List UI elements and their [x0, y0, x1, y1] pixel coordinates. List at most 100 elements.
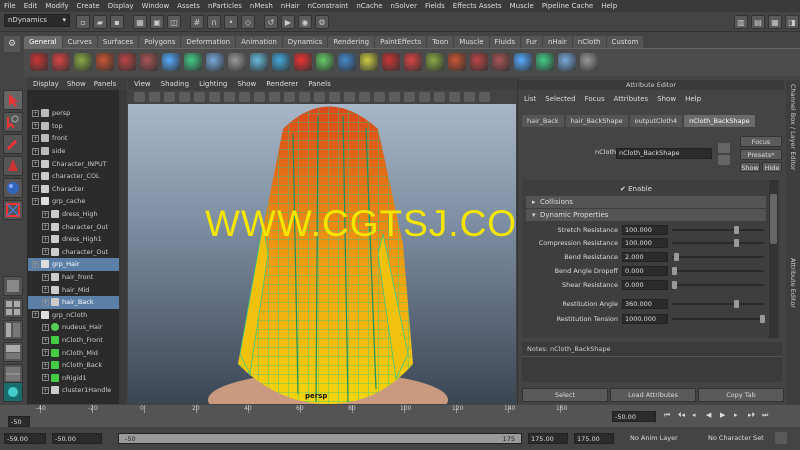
viewport-tool-icon[interactable]: [329, 92, 340, 102]
menu-ncache[interactable]: nCache: [356, 2, 382, 10]
shelf-tab-general[interactable]: General: [24, 36, 62, 48]
go-to-end-icon[interactable]: ⏭: [762, 411, 768, 420]
menu-nmesh[interactable]: nMesh: [250, 2, 273, 10]
attribute-slider[interactable]: [672, 281, 764, 289]
shelf-tab-muscle[interactable]: Muscle: [454, 36, 489, 48]
shelf-tab-curves[interactable]: Curves: [62, 36, 97, 48]
cache-icon[interactable]: [228, 53, 246, 71]
slider-knob[interactable]: [672, 281, 677, 289]
attribute-value-field[interactable]: 0.000: [622, 280, 668, 290]
ncloth-rigid-icon[interactable]: [536, 53, 554, 71]
shelf-tab-polygons[interactable]: Polygons: [139, 36, 181, 48]
expand-icon[interactable]: +: [42, 223, 49, 231]
viewport-menu-panels[interactable]: Panels: [308, 80, 331, 88]
menu-fields[interactable]: Fields: [425, 2, 445, 10]
viewport-tool-icon[interactable]: [389, 92, 400, 102]
ae-menu-list[interactable]: List: [524, 95, 536, 103]
constraint-icon[interactable]: [206, 53, 224, 71]
shelf-tab-fur[interactable]: Fur: [520, 36, 542, 48]
select-object-icon[interactable]: ▣: [150, 15, 164, 29]
expand-icon[interactable]: +: [32, 147, 39, 155]
particle-icon[interactable]: [338, 53, 356, 71]
expand-icon[interactable]: +: [32, 197, 39, 205]
expand-icon[interactable]: +: [42, 235, 49, 243]
outliner-item[interactable]: + character_Out: [28, 220, 120, 233]
layout-outliner-icon[interactable]: [3, 320, 23, 340]
outliner-menu-display[interactable]: Display: [33, 80, 59, 88]
ncloth-rigid-icon[interactable]: [184, 53, 202, 71]
attribute-scrollbar[interactable]: [769, 180, 778, 338]
outliner-item[interactable]: + character_Out: [28, 246, 120, 259]
outliner-item[interactable]: + grp_cache: [28, 195, 120, 208]
shelf-tab-deformation[interactable]: Deformation: [181, 36, 236, 48]
ae-tab[interactable]: outputCloth4: [629, 115, 683, 127]
viewport-tool-icon[interactable]: [179, 92, 190, 102]
attribute-value-field[interactable]: 0.000: [622, 266, 668, 276]
menu-modify[interactable]: Modify: [45, 2, 68, 10]
expand-icon[interactable]: +: [42, 386, 49, 394]
outliner-item[interactable]: + grp_nCloth: [28, 309, 120, 322]
outliner-menu-show[interactable]: Show: [67, 80, 86, 88]
checkbox-icon[interactable]: ✔: [620, 185, 626, 193]
shelf-menu-icon[interactable]: ⚙: [4, 36, 20, 52]
outliner-item[interactable]: + hair_Back: [28, 296, 120, 309]
outliner-item[interactable]: + Character: [28, 183, 120, 196]
ipr-render-icon[interactable]: ◉: [298, 15, 312, 29]
attribute-slider[interactable]: [672, 267, 764, 275]
ae-menu-help[interactable]: Help: [685, 95, 701, 103]
step-forward-key-icon[interactable]: ▸⏵: [748, 411, 755, 420]
outliner-item[interactable]: + grp_Hair: [28, 258, 120, 271]
notes-area[interactable]: Notes: nCloth_BackShape: [522, 342, 782, 382]
viewport-menu-shading[interactable]: Shading: [161, 80, 189, 88]
shelf-tab-rendering[interactable]: Rendering: [328, 36, 375, 48]
outliner-scrollbar[interactable]: [119, 90, 127, 404]
slider-knob[interactable]: [760, 315, 765, 323]
menu-edit[interactable]: Edit: [24, 2, 38, 10]
layout-four-icon[interactable]: [3, 298, 23, 318]
range-start-field[interactable]: -59.00: [4, 433, 46, 444]
cache-icon[interactable]: [580, 53, 598, 71]
attribute-slider[interactable]: [672, 239, 764, 247]
ae-menu-selected[interactable]: Selected: [545, 95, 575, 103]
shelf-tab-nhair[interactable]: nHair: [542, 36, 572, 48]
menu-pipeline-cache[interactable]: Pipeline Cache: [542, 2, 593, 10]
attribute-value-field[interactable]: 2.000: [622, 252, 668, 262]
shelf-tab-fluids[interactable]: Fluids: [489, 36, 520, 48]
menu-file[interactable]: File: [4, 2, 16, 10]
ae-menu-attributes[interactable]: Attributes: [614, 95, 649, 103]
ae-tab[interactable]: hair_Back: [522, 115, 564, 127]
ae-menu-show[interactable]: Show: [657, 95, 676, 103]
ae-tab[interactable]: hair_BackShape: [565, 115, 628, 127]
scrollbar-thumb[interactable]: [770, 194, 777, 244]
move-icon[interactable]: [470, 53, 488, 71]
attribute-slider[interactable]: [672, 315, 765, 323]
tool-icon[interactable]: [426, 53, 444, 71]
outliner-item[interactable]: + hair_front: [28, 271, 120, 284]
menu-assets[interactable]: Assets: [177, 2, 200, 10]
viewport-tool-icon[interactable]: [164, 92, 175, 102]
attribute-editor-side-tab[interactable]: Attribute Editor: [789, 258, 797, 308]
layout-hypershade-icon[interactable]: [3, 364, 23, 384]
select-tool-icon[interactable]: [3, 90, 23, 110]
section-dynamic-properties[interactable]: ▾ Dynamic Properties: [526, 209, 766, 221]
menu-display[interactable]: Display: [108, 2, 134, 10]
menu-muscle[interactable]: Muscle: [510, 2, 534, 10]
ae-tab[interactable]: nCloth_BackShape: [684, 115, 755, 127]
slider-knob[interactable]: [672, 267, 677, 275]
shelf-tab-toon[interactable]: Toon: [427, 36, 454, 48]
layout-icon[interactable]: ▦: [768, 15, 782, 29]
attribute-slider[interactable]: [672, 253, 764, 261]
new-scene-icon[interactable]: ▫: [76, 15, 90, 29]
expand-icon[interactable]: +: [42, 374, 49, 382]
viewport-tool-icon[interactable]: [374, 92, 385, 102]
expand-icon[interactable]: +: [42, 349, 49, 357]
viewport-tool-icon[interactable]: [449, 92, 460, 102]
tool-icon[interactable]: [74, 53, 92, 71]
outliner-item[interactable]: + Character_INPUT: [28, 157, 120, 170]
menu-create[interactable]: Create: [76, 2, 99, 10]
node-name-field[interactable]: nCloth_BackShape: [616, 148, 712, 159]
outliner-item[interactable]: + nRigid1: [28, 372, 120, 385]
viewport-3d[interactable]: [128, 104, 516, 404]
slider-knob[interactable]: [673, 253, 679, 261]
shelf-tab-dynamics[interactable]: Dynamics: [282, 36, 328, 48]
